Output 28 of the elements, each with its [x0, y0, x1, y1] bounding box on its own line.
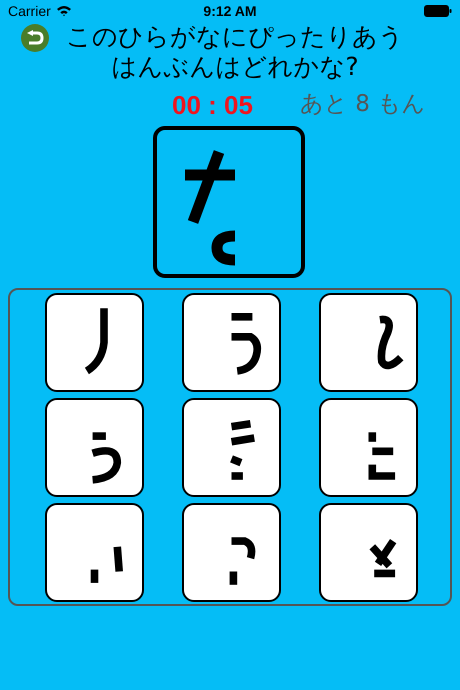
status-time: 9:12 AM — [203, 3, 257, 19]
answer-tile[interactable] — [45, 503, 144, 602]
back-button[interactable] — [21, 24, 49, 52]
question-text: はんぶんはどれかな? — [111, 52, 359, 82]
remaining-count: あと 8 もん — [300, 90, 426, 119]
glyph-fragment-drawing — [90, 546, 123, 583]
wifi-icon — [56, 5, 72, 17]
glyph-fragment-drawing — [378, 316, 404, 370]
glyph-fragment-drawing — [369, 539, 396, 578]
glyph-fragment-drawing — [84, 308, 108, 374]
answer-tile[interactable] — [182, 503, 281, 602]
answer-tile[interactable] — [319, 503, 418, 602]
glyph-fragment-drawing — [230, 420, 255, 480]
answer-tile[interactable] — [182, 293, 281, 392]
answer-tile[interactable] — [319, 293, 418, 392]
glyph-fragment-drawing — [230, 537, 256, 585]
glyph-fragment-drawing — [92, 432, 122, 484]
glyph-fragment-drawing — [368, 432, 396, 480]
glyph-fragment-drawing — [232, 313, 262, 375]
answer-tile[interactable] — [45, 293, 144, 392]
battery-icon — [424, 5, 452, 17]
carrier-label: Carrier — [8, 3, 51, 19]
answer-tile[interactable] — [319, 398, 418, 497]
question-text: このひらがなにぴったりあう — [66, 22, 404, 52]
answer-tile[interactable] — [45, 398, 144, 497]
answer-tile[interactable] — [182, 398, 281, 497]
timer: 00 : 05 — [172, 90, 253, 121]
back-arrow-icon — [26, 30, 44, 46]
